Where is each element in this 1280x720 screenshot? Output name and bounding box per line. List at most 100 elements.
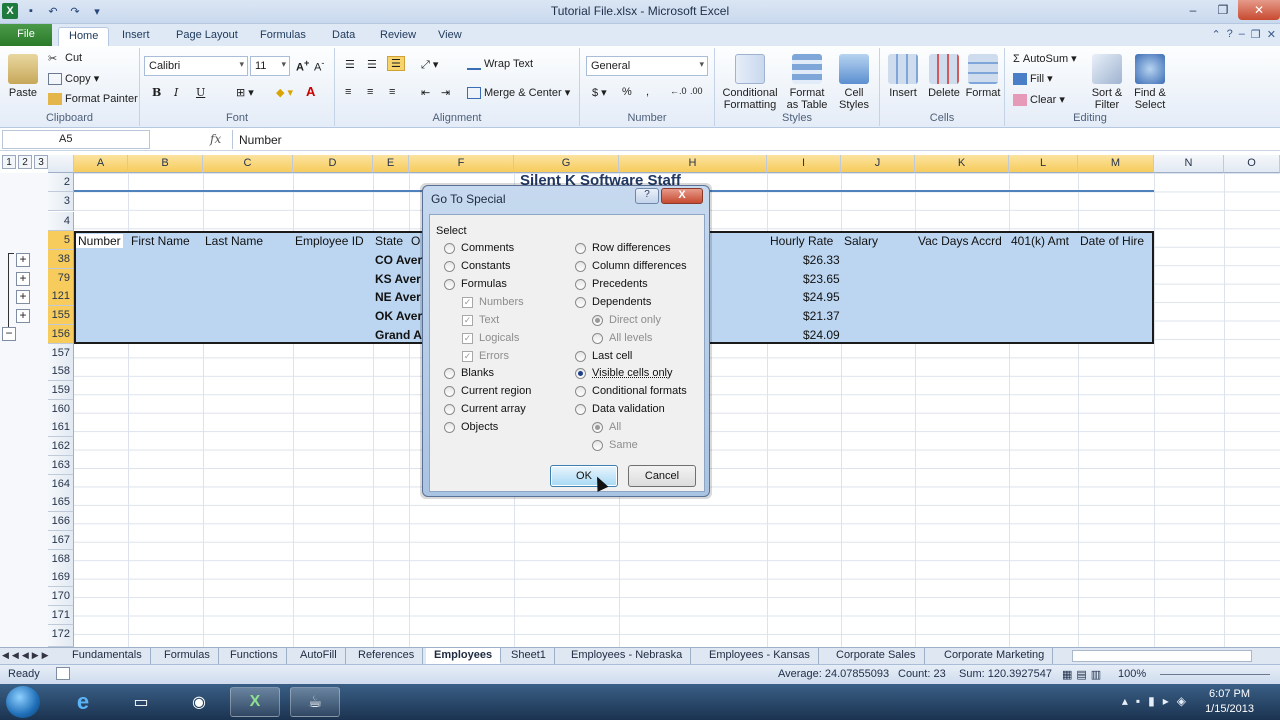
- insert-cells-button[interactable]: Insert: [884, 54, 922, 99]
- row-header[interactable]: 158: [48, 362, 74, 381]
- sheet-tab[interactable]: Functions: [222, 648, 287, 664]
- cell-a5[interactable]: Number: [76, 234, 123, 248]
- increase-decimal-icon[interactable]: ←.0: [670, 86, 687, 96]
- cut-button[interactable]: ✂ Cut: [48, 52, 82, 65]
- orientation-icon[interactable]: ⤢ ▾: [421, 58, 438, 72]
- name-box[interactable]: A5: [2, 130, 150, 149]
- find-select-button[interactable]: Find & Select: [1129, 54, 1171, 111]
- option-all[interactable]: All: [592, 421, 621, 433]
- option-same[interactable]: Same: [592, 439, 638, 451]
- sheet-tab[interactable]: Employees - Kansas: [701, 648, 819, 664]
- row-header[interactable]: 167: [48, 531, 74, 550]
- collapse-group-icon[interactable]: −: [2, 327, 16, 341]
- align-right-icon[interactable]: ≡: [389, 86, 395, 98]
- outline-level-2[interactable]: 2: [18, 155, 32, 169]
- subtotal-label[interactable]: NE Aver: [375, 290, 421, 304]
- font-size-select[interactable]: 11: [250, 56, 290, 76]
- option-direct-only[interactable]: Direct only: [592, 314, 661, 326]
- option-column-differences[interactable]: Column differences: [575, 260, 687, 272]
- row-header[interactable]: 2: [48, 173, 74, 192]
- row-header[interactable]: 79: [48, 269, 74, 288]
- column-header-g[interactable]: G: [514, 155, 619, 173]
- font-color-icon[interactable]: A: [306, 84, 315, 99]
- option-constants[interactable]: Constants: [444, 260, 511, 272]
- number-format-select[interactable]: General: [586, 56, 708, 76]
- subtotal-label[interactable]: KS Aver: [375, 272, 421, 286]
- grow-font-icon[interactable]: A+: [296, 58, 309, 74]
- header-vac-days[interactable]: Vac Days Accrd: [918, 234, 1002, 248]
- row-header[interactable]: 166: [48, 512, 74, 531]
- check-logicals[interactable]: ✓ Logicals: [462, 332, 519, 344]
- row-header[interactable]: 171: [48, 606, 74, 625]
- row-header[interactable]: 157: [48, 344, 74, 363]
- ok-button[interactable]: OK: [550, 465, 618, 487]
- sheet-tab[interactable]: Formulas: [156, 648, 219, 664]
- subtotal-rate[interactable]: $23.65: [803, 272, 840, 286]
- cancel-button[interactable]: Cancel: [628, 465, 696, 487]
- expand-group-icon[interactable]: +: [16, 309, 30, 323]
- option-current-array[interactable]: Current array: [444, 403, 526, 415]
- check-numbers[interactable]: ✓ Numbers: [462, 296, 524, 308]
- option-precedents[interactable]: Precedents: [575, 278, 648, 290]
- header-f-partial[interactable]: O: [411, 234, 420, 248]
- start-button-icon[interactable]: [6, 686, 40, 718]
- align-top-icon[interactable]: ☰: [345, 58, 355, 71]
- row-header[interactable]: 162: [48, 437, 74, 456]
- option-dependents[interactable]: Dependents: [575, 296, 651, 308]
- expand-group-icon[interactable]: +: [16, 272, 30, 286]
- subtotal-label[interactable]: Grand A: [375, 328, 422, 342]
- option-visible-cells-only[interactable]: Visible cells only: [575, 367, 673, 379]
- option-formulas[interactable]: Formulas: [444, 278, 507, 290]
- paste-button[interactable]: Paste: [6, 54, 40, 99]
- option-comments[interactable]: Comments: [444, 242, 514, 254]
- row-header[interactable]: 161: [48, 418, 74, 437]
- cell-styles-button[interactable]: Cell Styles: [833, 54, 875, 111]
- row-header[interactable]: 165: [48, 493, 74, 512]
- format-cells-button[interactable]: Format: [964, 54, 1002, 99]
- comma-button[interactable]: ,: [646, 86, 649, 98]
- option-objects[interactable]: Objects: [444, 421, 498, 433]
- bold-button[interactable]: B: [152, 86, 161, 99]
- subtotal-label[interactable]: OK Aver: [375, 309, 422, 323]
- option-last-cell[interactable]: Last cell: [575, 350, 632, 362]
- row-header[interactable]: 3: [48, 192, 74, 211]
- sort-filter-button[interactable]: Sort & Filter: [1087, 54, 1127, 111]
- system-tray-icons[interactable]: ▴▪▮▸◈: [1122, 694, 1194, 708]
- app-taskbar-icon[interactable]: ☕: [290, 687, 340, 717]
- row-header[interactable]: 5: [48, 231, 74, 250]
- column-header-n[interactable]: N: [1154, 155, 1224, 173]
- chrome-icon[interactable]: ◉: [174, 687, 224, 717]
- option-blanks[interactable]: Blanks: [444, 367, 494, 379]
- tab-insert[interactable]: Insert: [112, 27, 160, 46]
- increase-indent-icon[interactable]: ⇥: [441, 86, 450, 99]
- format-as-table-button[interactable]: Format as Table: [785, 54, 829, 111]
- outline-level-1[interactable]: 1: [2, 155, 16, 169]
- subtotal-rate[interactable]: $26.33: [803, 253, 840, 267]
- decrease-decimal-icon[interactable]: .00: [690, 86, 703, 96]
- horizontal-scrollbar[interactable]: [1072, 650, 1252, 662]
- format-painter-button[interactable]: Format Painter: [48, 93, 138, 106]
- subtotal-rate[interactable]: $24.09: [803, 328, 840, 342]
- row-header[interactable]: 4: [48, 212, 74, 231]
- shrink-font-icon[interactable]: A-: [314, 58, 324, 74]
- header-date-of-hire[interactable]: Date of Hire: [1080, 234, 1144, 248]
- dialog-help-button[interactable]: ?: [635, 188, 659, 204]
- zoom-level[interactable]: 100%: [1118, 668, 1146, 680]
- header-401k[interactable]: 401(k) Amt: [1011, 234, 1069, 248]
- sheet-tab[interactable]: Corporate Marketing: [936, 648, 1054, 664]
- sheet-tab[interactable]: Employees - Nebraska: [563, 648, 692, 664]
- column-header-i[interactable]: I: [767, 155, 841, 173]
- header-last-name[interactable]: Last Name: [205, 234, 263, 248]
- column-header-k[interactable]: K: [915, 155, 1009, 173]
- column-header-m[interactable]: M: [1078, 155, 1154, 173]
- row-header[interactable]: 160: [48, 400, 74, 419]
- row-header[interactable]: 168: [48, 550, 74, 569]
- column-header-o[interactable]: O: [1224, 155, 1280, 173]
- close-icon[interactable]: ✕: [1238, 0, 1280, 20]
- font-name-select[interactable]: Calibri: [144, 56, 248, 76]
- row-header[interactable]: 170: [48, 587, 74, 606]
- conditional-formatting-button[interactable]: Conditional Formatting: [719, 54, 781, 111]
- dialog-close-button[interactable]: X: [661, 188, 703, 204]
- internet-explorer-icon[interactable]: e: [58, 687, 108, 717]
- fill-button[interactable]: Fill ▾: [1013, 72, 1053, 86]
